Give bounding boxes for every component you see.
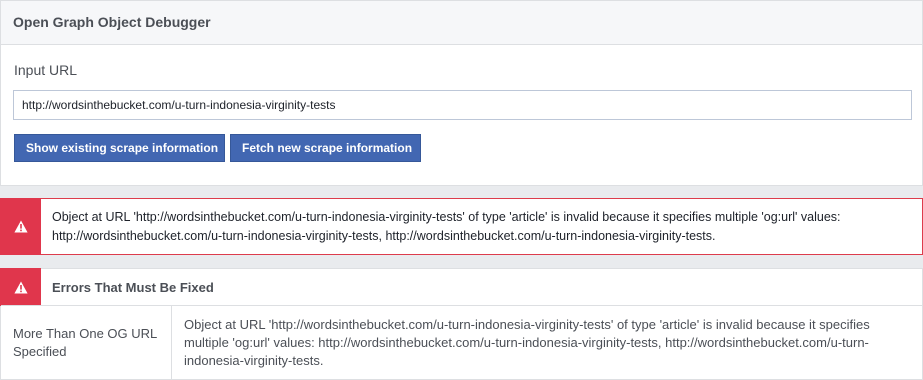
warning-alert: Object at URL 'http://wordsinthebucket.c…	[0, 198, 923, 255]
fetch-new-scrape-button[interactable]: Fetch new scrape information	[230, 134, 421, 162]
alert-strip	[0, 268, 41, 306]
warning-triangle-icon	[13, 281, 28, 293]
divider	[1, 305, 922, 306]
errors-panel: Errors That Must Be Fixed More Than One …	[0, 268, 923, 380]
error-description: Object at URL 'http://wordsinthebucket.c…	[184, 317, 870, 368]
input-url-label: Input URL	[14, 62, 78, 78]
alert-strip	[0, 198, 41, 255]
error-name: More Than One OG URL Specified	[13, 326, 157, 359]
show-existing-scrape-button[interactable]: Show existing scrape information	[14, 134, 225, 162]
warning-message: Object at URL 'http://wordsinthebucket.c…	[52, 210, 841, 243]
errors-title: Errors That Must Be Fixed	[52, 280, 214, 295]
page-title: Open Graph Object Debugger	[1, 1, 922, 45]
column-divider	[171, 306, 172, 379]
debugger-panel: Open Graph Object Debugger Input URL Sho…	[0, 0, 923, 186]
warning-triangle-icon	[13, 220, 28, 233]
url-input[interactable]	[13, 90, 912, 120]
